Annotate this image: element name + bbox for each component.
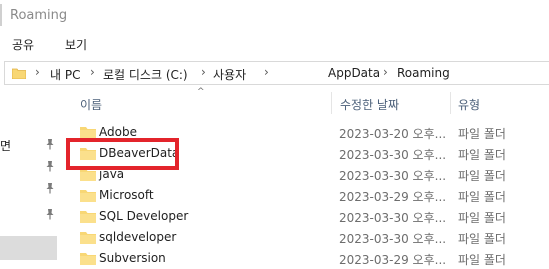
file-name: Microsoft — [99, 188, 154, 202]
window-title: Roaming — [10, 8, 68, 23]
sort-indicator-icon: ^ — [197, 87, 205, 97]
file-type: 파일 폴더 — [458, 211, 506, 225]
breadcrumb-separator: › — [35, 65, 40, 79]
breadcrumb-local-disk[interactable]: 로컬 디스크 (C:) — [103, 66, 188, 83]
breadcrumb-separator[interactable]: › — [264, 65, 269, 79]
nav-item[interactable] — [0, 178, 66, 200]
file-date: 2023-03-30 오후... — [339, 211, 447, 225]
file-type: 파일 폴더 — [458, 253, 506, 267]
file-date: 2023-03-29 오후... — [339, 190, 447, 204]
file-date: 2023-03-29 오후... — [339, 253, 447, 267]
nav-item-selected[interactable] — [0, 236, 57, 260]
folder-icon — [80, 253, 96, 265]
file-type: 파일 폴더 — [458, 190, 506, 204]
file-name: sqldeveloper — [99, 230, 177, 244]
file-date: 2023-03-30 오후... — [339, 232, 447, 246]
navigation-pane: 면 — [0, 86, 66, 267]
pin-icon[interactable] — [44, 208, 56, 220]
column-divider[interactable] — [331, 92, 332, 114]
breadcrumb-users[interactable]: 사용자 — [213, 66, 246, 83]
nav-item[interactable] — [0, 204, 66, 226]
file-list: Adobe 2023-03-20 오후... 파일 폴더 DBeaverData… — [66, 120, 549, 267]
file-row[interactable]: Adobe 2023-03-20 오후... 파일 폴더 — [66, 122, 549, 143]
pin-icon[interactable] — [44, 182, 56, 194]
folder-icon — [80, 169, 96, 181]
tab-view[interactable]: 보기 — [65, 36, 87, 53]
folder-icon — [80, 148, 96, 160]
breadcrumb-roaming[interactable]: Roaming — [397, 66, 450, 80]
file-row[interactable]: java 2023-03-30 오후... 파일 폴더 — [66, 164, 549, 185]
file-name: SQL Developer — [99, 209, 189, 223]
file-date: 2023-03-20 오후... — [339, 127, 447, 141]
title-bar-accent — [0, 4, 2, 26]
file-name: DBeaverData — [99, 146, 180, 160]
column-header-type[interactable]: 유형 — [458, 96, 480, 113]
file-row[interactable]: Microsoft 2023-03-29 오후... 파일 폴더 — [66, 185, 549, 206]
folder-icon — [12, 68, 26, 79]
breadcrumb-separator[interactable]: › — [383, 65, 388, 79]
file-date: 2023-03-30 오후... — [339, 169, 447, 183]
column-header-row: ^ 이름 수정한 날짜 유형 — [66, 86, 549, 116]
file-type: 파일 폴더 — [458, 148, 506, 162]
file-type: 파일 폴더 — [458, 127, 506, 141]
column-divider[interactable] — [450, 92, 451, 114]
file-name: java — [99, 167, 125, 181]
column-header-name[interactable]: 이름 — [80, 96, 102, 113]
folder-icon — [80, 232, 96, 244]
file-row[interactable]: Subversion 2023-03-29 오후... 파일 폴더 — [66, 248, 549, 269]
nav-item-label: 면 — [0, 139, 12, 153]
file-type: 파일 폴더 — [458, 232, 506, 246]
pin-icon[interactable] — [44, 138, 56, 150]
breadcrumb-separator[interactable]: › — [90, 65, 95, 79]
file-type: 파일 폴더 — [458, 169, 506, 183]
nav-item[interactable] — [0, 156, 66, 178]
breadcrumb-this-pc[interactable]: 내 PC — [50, 66, 80, 83]
file-row[interactable]: sqldeveloper 2023-03-30 오후... 파일 폴더 — [66, 227, 549, 248]
title-bar: Roaming — [0, 0, 549, 32]
file-name: Subversion — [99, 251, 166, 265]
folder-icon — [80, 127, 96, 139]
nav-item[interactable]: 면 — [0, 134, 66, 156]
folder-icon — [80, 190, 96, 202]
column-header-date[interactable]: 수정한 날짜 — [340, 96, 399, 113]
file-name: Adobe — [99, 125, 137, 139]
ribbon-tabs: 공유 보기 — [0, 32, 549, 58]
tab-share[interactable]: 공유 — [12, 36, 34, 53]
breadcrumb-separator[interactable]: › — [201, 65, 206, 79]
file-date: 2023-03-30 오후... — [339, 148, 447, 162]
folder-icon — [80, 211, 96, 223]
file-row[interactable]: SQL Developer 2023-03-30 오후... 파일 폴더 — [66, 206, 549, 227]
breadcrumb-appdata[interactable]: AppData — [328, 66, 380, 80]
file-row[interactable]: DBeaverData 2023-03-30 오후... 파일 폴더 — [66, 143, 549, 164]
pin-icon[interactable] — [44, 160, 56, 172]
address-bar[interactable]: › 내 PC › 로컬 디스크 (C:) › 사용자 › AppData › R… — [4, 61, 549, 85]
